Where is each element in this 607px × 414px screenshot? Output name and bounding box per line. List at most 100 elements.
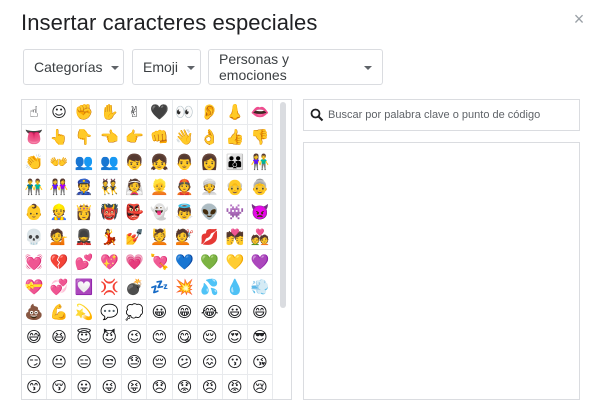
character-cell[interactable]: 💨: [247, 275, 273, 300]
character-cell[interactable]: 💝: [22, 275, 47, 300]
character-cell[interactable]: 💀: [22, 225, 47, 250]
character-cell[interactable]: 💘: [147, 250, 173, 275]
character-cell[interactable]: 👪: [222, 150, 248, 175]
character-cell[interactable]: 👿: [247, 200, 273, 225]
character-cell[interactable]: 😈: [97, 325, 123, 350]
close-icon[interactable]: ×: [570, 10, 588, 28]
character-cell[interactable]: 👆: [47, 125, 73, 150]
character-cell[interactable]: 😚: [47, 375, 73, 399]
character-cell[interactable]: 😐: [47, 350, 73, 375]
subtype-dropdown[interactable]: Personas y emociones: [208, 49, 383, 85]
character-cell[interactable]: 😕: [172, 350, 198, 375]
character-cell[interactable]: 👏: [22, 150, 47, 175]
character-cell[interactable]: 😂: [197, 300, 223, 325]
character-cell[interactable]: 👎: [247, 125, 273, 150]
character-cell[interactable]: 💤: [147, 275, 173, 300]
character-cell[interactable]: 💭: [122, 300, 148, 325]
character-cell[interactable]: 😠: [198, 375, 223, 399]
character-cell[interactable]: 😜: [97, 375, 123, 399]
character-cell[interactable]: 😑: [72, 350, 98, 375]
character-cell[interactable]: 😖: [197, 350, 223, 375]
character-cell[interactable]: 😎: [247, 325, 273, 350]
character-cell[interactable]: 👫: [247, 150, 273, 175]
character-cell[interactable]: 😒: [97, 350, 123, 375]
character-cell[interactable]: 💧: [222, 275, 248, 300]
character-cell[interactable]: 😀: [147, 300, 173, 325]
character-cell[interactable]: 😊: [147, 325, 173, 350]
character-cell[interactable]: 💚: [197, 250, 223, 275]
character-cell[interactable]: 💞: [47, 275, 73, 300]
character-cell[interactable]: ☝: [22, 100, 47, 125]
character-cell[interactable]: 😘: [247, 350, 273, 375]
character-cell[interactable]: 😅: [22, 325, 47, 350]
character-cell[interactable]: 😃: [222, 300, 248, 325]
grid-scrollbar[interactable]: [280, 102, 286, 308]
character-cell[interactable]: 👩: [197, 150, 223, 175]
character-cell[interactable]: 💔: [47, 250, 73, 275]
character-cell[interactable]: 👼: [172, 200, 198, 225]
character-cell[interactable]: 💓: [22, 250, 47, 275]
character-cell[interactable]: 👻: [147, 200, 173, 225]
character-cell[interactable]: 💕: [72, 250, 98, 275]
type-dropdown[interactable]: Emoji: [132, 49, 201, 85]
character-cell[interactable]: 👌: [197, 125, 223, 150]
character-cell[interactable]: 😍: [222, 325, 248, 350]
category-dropdown[interactable]: Categorías: [23, 49, 124, 85]
character-cell[interactable]: 👴: [222, 175, 248, 200]
character-cell[interactable]: 👬: [22, 175, 47, 200]
character-cell[interactable]: 😌: [197, 325, 223, 350]
character-cell[interactable]: 🖤: [147, 100, 173, 125]
character-cell[interactable]: 👄: [247, 100, 273, 125]
character-cell[interactable]: 👮: [72, 175, 98, 200]
character-cell[interactable]: 💟: [72, 275, 98, 300]
character-cell[interactable]: 💢: [97, 275, 123, 300]
character-cell[interactable]: 😆: [47, 325, 73, 350]
character-cell[interactable]: 👸: [72, 200, 98, 225]
character-cell[interactable]: 💥: [172, 275, 198, 300]
character-cell[interactable]: 👅: [22, 125, 47, 150]
character-cell[interactable]: 👋: [172, 125, 198, 150]
search-box[interactable]: [303, 99, 580, 131]
character-cell[interactable]: 👭: [47, 175, 73, 200]
character-cell[interactable]: 👉: [122, 125, 148, 150]
search-input[interactable]: [328, 109, 568, 121]
character-cell[interactable]: 👶: [22, 200, 47, 225]
character-cell[interactable]: 😟: [173, 375, 198, 399]
character-cell[interactable]: 👳: [197, 175, 223, 200]
character-cell[interactable]: 😡: [223, 375, 248, 399]
character-cell[interactable]: 💋: [197, 225, 223, 250]
character-cell[interactable]: 👹: [97, 200, 123, 225]
character-cell[interactable]: 💆: [147, 225, 173, 250]
character-cell[interactable]: 💁: [47, 225, 73, 250]
character-cell[interactable]: 😏: [22, 350, 47, 375]
character-cell[interactable]: 👨: [172, 150, 198, 175]
character-cell[interactable]: ✋: [97, 100, 123, 125]
character-cell[interactable]: 💗: [122, 250, 148, 275]
character-cell[interactable]: 💏: [222, 225, 248, 250]
character-cell[interactable]: 💫: [72, 300, 98, 325]
character-cell[interactable]: 👂: [197, 100, 223, 125]
character-cell[interactable]: 😇: [72, 325, 98, 350]
character-cell[interactable]: ☺: [47, 100, 73, 125]
character-cell[interactable]: 👃: [222, 100, 248, 125]
character-cell[interactable]: 💅: [122, 225, 148, 250]
character-cell[interactable]: 👾: [222, 200, 248, 225]
character-cell[interactable]: 💑: [247, 225, 273, 250]
character-cell[interactable]: 👦: [122, 150, 148, 175]
character-cell[interactable]: 👇: [72, 125, 98, 150]
drawing-area[interactable]: [303, 142, 580, 400]
character-cell[interactable]: 👀: [172, 100, 198, 125]
character-cell[interactable]: 👥: [72, 150, 98, 175]
character-cell[interactable]: ✌: [122, 100, 148, 125]
character-cell[interactable]: 😙: [22, 375, 47, 399]
character-cell[interactable]: 😝: [122, 375, 148, 399]
character-cell[interactable]: 👰: [122, 175, 148, 200]
character-cell[interactable]: 😢: [248, 375, 273, 399]
character-cell[interactable]: 👷: [47, 200, 73, 225]
character-cell[interactable]: 👈: [97, 125, 123, 150]
character-cell[interactable]: 💂: [72, 225, 98, 250]
character-cell[interactable]: 💦: [197, 275, 223, 300]
character-cell[interactable]: 💪: [47, 300, 73, 325]
character-cell[interactable]: 👲: [172, 175, 198, 200]
character-cell[interactable]: 😋: [172, 325, 198, 350]
